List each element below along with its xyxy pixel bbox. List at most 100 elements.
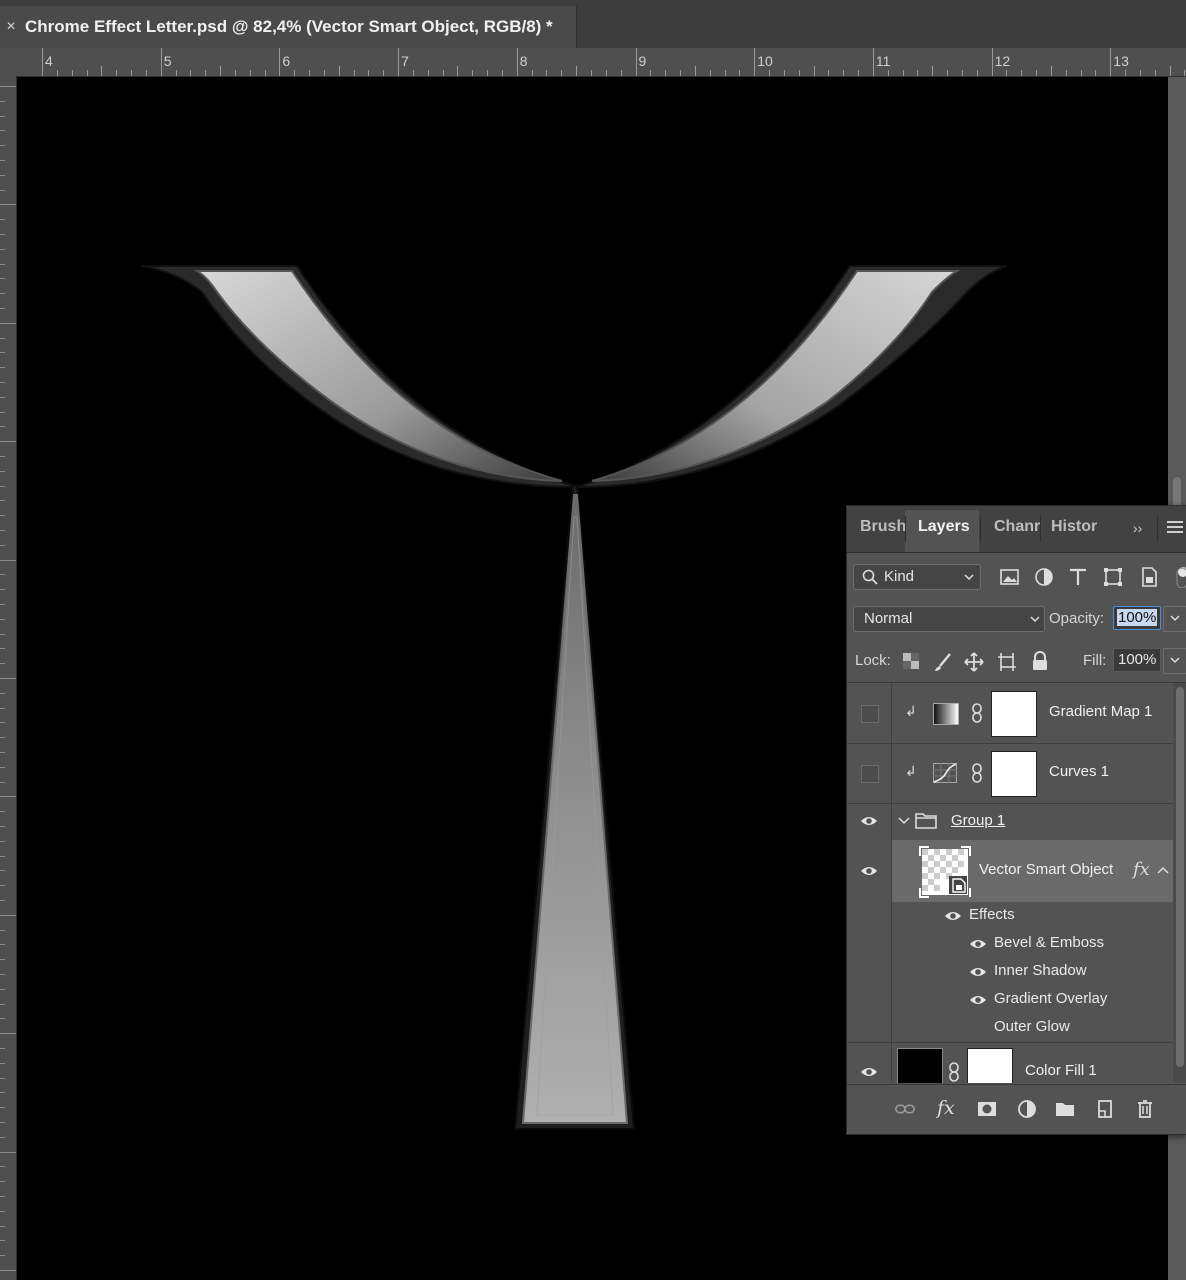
vertical-ruler[interactable] xyxy=(0,76,17,1280)
eye-icon[interactable] xyxy=(944,910,962,922)
adjustment-layer-icon[interactable] xyxy=(1017,1099,1037,1119)
fx-badge-icon[interactable]: fx xyxy=(1133,859,1150,880)
fill-input[interactable]: 100% xyxy=(1113,648,1161,672)
ruler-minor-tick xyxy=(412,70,414,76)
layer-row-curves[interactable]: ↲ Curves 1 xyxy=(847,743,1173,804)
lock-transparent-icon[interactable] xyxy=(903,653,919,669)
ruler-label: 13 xyxy=(1113,53,1129,69)
ruler-minor-tick xyxy=(472,70,474,76)
effect-inner-shadow[interactable]: Inner Shadow xyxy=(994,962,1087,979)
layer-mask-thumbnail[interactable] xyxy=(967,1048,1013,1083)
group-name[interactable]: Group 1 xyxy=(951,812,1005,829)
visibility-toggle-off[interactable] xyxy=(861,705,879,723)
opacity-dropdown-button[interactable] xyxy=(1163,606,1186,632)
filter-toggle-icon[interactable] xyxy=(1173,566,1186,588)
eye-icon[interactable] xyxy=(969,994,987,1006)
color-fill-thumbnail[interactable] xyxy=(897,1048,943,1083)
ruler-minor-tick xyxy=(694,66,696,76)
layers-scroll-thumb[interactable] xyxy=(1176,687,1184,1067)
shape-filter-icon[interactable] xyxy=(1102,566,1124,588)
eye-icon[interactable] xyxy=(969,966,987,978)
tab-brush[interactable]: Brush xyxy=(860,518,906,536)
ruler-minor-tick xyxy=(858,70,860,76)
tab-layers[interactable]: Layers xyxy=(918,518,970,536)
layer-name[interactable]: Vector Smart Object xyxy=(979,861,1113,878)
ruler-tick xyxy=(0,1255,5,1257)
ruler-tick xyxy=(0,234,5,235)
layer-row-gradient-map[interactable]: ↲ Gradient Map 1 xyxy=(847,683,1173,744)
ruler-label: 4 xyxy=(45,53,53,69)
effects-label[interactable]: Effects xyxy=(969,906,1015,923)
effect-outer-glow[interactable]: Outer Glow xyxy=(994,1018,1070,1035)
opacity-input[interactable]: 100% xyxy=(1113,606,1161,630)
link-icon[interactable] xyxy=(971,703,983,723)
layer-name[interactable]: Gradient Map 1 xyxy=(1049,703,1152,720)
effect-bevel-emboss[interactable]: Bevel & Emboss xyxy=(994,934,1104,951)
new-layer-icon[interactable] xyxy=(1095,1099,1115,1119)
effect-gradient-overlay[interactable]: Gradient Overlay xyxy=(994,990,1107,1007)
link-icon[interactable] xyxy=(948,1062,960,1082)
layer-row-group[interactable]: Group 1 xyxy=(847,803,1173,841)
ruler-tick xyxy=(0,737,5,739)
filter-kind-select[interactable]: Kind xyxy=(853,564,981,590)
ruler-minor-tick xyxy=(86,70,88,76)
layer-row-color-fill[interactable]: Color Fill 1 xyxy=(847,1042,1173,1083)
horizontal-ruler[interactable]: 4 5 6 7 8 9 10 11 12 13 xyxy=(0,48,1186,77)
tab-channels[interactable]: Chanr xyxy=(994,518,1040,536)
add-mask-icon[interactable] xyxy=(977,1099,997,1119)
ruler-minor-tick xyxy=(442,70,444,76)
layer-name[interactable]: Color Fill 1 xyxy=(1025,1062,1097,1079)
smart-object-filter-icon[interactable] xyxy=(1138,566,1160,588)
lock-artboard-icon[interactable] xyxy=(997,652,1017,672)
fx-icon[interactable]: fx xyxy=(937,1097,955,1119)
image-filter-icon[interactable] xyxy=(999,566,1021,588)
eye-icon[interactable] xyxy=(860,865,878,877)
link-layers-icon[interactable] xyxy=(895,1099,915,1119)
layer-name[interactable]: Curves 1 xyxy=(1049,763,1109,780)
ruler-tick xyxy=(0,678,16,679)
ruler-tick xyxy=(0,86,16,87)
ruler-tick xyxy=(0,840,5,842)
document-title: Chrome Effect Letter.psd @ 82,4% (Vector… xyxy=(25,17,553,36)
smart-object-thumbnail[interactable] xyxy=(919,846,971,898)
layer-row-vector-smart-object[interactable]: Vector Smart Object fx xyxy=(847,840,1173,902)
close-tab-icon[interactable]: × xyxy=(0,18,22,36)
ruler-tick xyxy=(0,1122,5,1123)
ruler-minor-tick xyxy=(323,70,325,76)
chevron-up-icon[interactable] xyxy=(1157,866,1169,875)
ruler-tick xyxy=(0,278,5,280)
collapse-panels-icon[interactable]: ›› xyxy=(1133,520,1142,536)
layer-mask-thumbnail[interactable] xyxy=(991,751,1037,797)
ruler-major-tick xyxy=(160,48,162,76)
ruler-minor-tick xyxy=(961,70,963,76)
type-filter-icon[interactable] xyxy=(1067,566,1089,588)
delete-icon[interactable] xyxy=(1135,1099,1155,1119)
ruler-minor-tick xyxy=(1021,70,1023,76)
panel-menu-icon[interactable] xyxy=(1167,518,1183,536)
layers-scrollbar[interactable] xyxy=(1173,683,1186,1083)
layer-mask-thumbnail[interactable] xyxy=(991,691,1037,737)
eye-icon[interactable] xyxy=(860,1066,878,1078)
ruler-tick xyxy=(0,648,5,650)
eye-icon[interactable] xyxy=(860,815,878,827)
ruler-label: 11 xyxy=(875,53,891,69)
fill-dropdown-button[interactable] xyxy=(1163,648,1186,674)
blend-mode-select[interactable]: Normal xyxy=(853,606,1045,632)
lock-all-icon[interactable] xyxy=(1031,651,1049,671)
ruler-tick xyxy=(0,1033,16,1035)
lock-position-icon[interactable] xyxy=(964,652,984,672)
new-group-icon[interactable] xyxy=(1055,1099,1075,1119)
ruler-minor-tick xyxy=(531,70,533,76)
visibility-column xyxy=(847,683,892,743)
adjustment-filter-icon[interactable] xyxy=(1033,566,1055,588)
document-tab[interactable]: × Chrome Effect Letter.psd @ 82,4% (Vect… xyxy=(0,6,577,48)
eye-icon[interactable] xyxy=(969,938,987,950)
ruler-tick xyxy=(0,396,5,398)
chevron-down-icon[interactable] xyxy=(898,816,910,826)
ruler-minor-tick xyxy=(1080,70,1082,76)
ruler-tick xyxy=(0,1062,5,1064)
visibility-toggle-off[interactable] xyxy=(861,765,879,783)
tab-history[interactable]: Histor xyxy=(1051,518,1097,536)
lock-paint-icon[interactable] xyxy=(933,652,953,672)
link-icon[interactable] xyxy=(971,763,983,783)
